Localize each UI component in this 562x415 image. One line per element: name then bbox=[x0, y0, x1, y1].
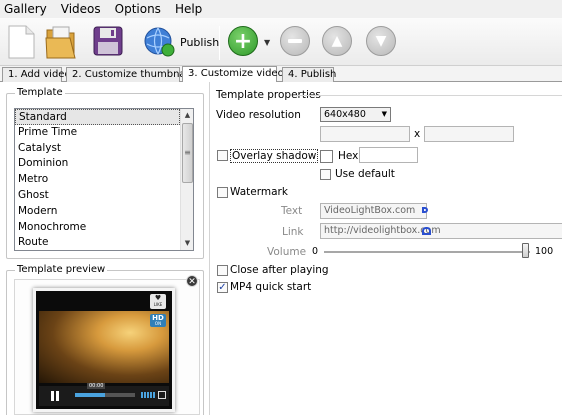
volume-slider-thumb[interactable] bbox=[522, 243, 529, 258]
template-preview: ♥ LIKE HD ON 00:00 ✕ bbox=[14, 275, 200, 415]
add-video-button[interactable]: + bbox=[228, 26, 258, 56]
tab-bar: 1. Add video 2. Customize thumbnails 3. … bbox=[0, 66, 562, 82]
close-after-playing-label: Close after playing bbox=[230, 264, 329, 276]
hex-color-swatch[interactable] bbox=[320, 150, 333, 163]
link-icon[interactable] bbox=[422, 227, 431, 235]
add-dropdown-arrow-icon[interactable]: ▼ bbox=[264, 38, 270, 47]
resolution-x-label: x bbox=[414, 128, 421, 140]
volume-bars-icon bbox=[141, 392, 155, 398]
video-resolution-select[interactable]: 640x480 ▼ bbox=[320, 107, 391, 122]
menu-videos[interactable]: Videos bbox=[61, 0, 101, 18]
watermark-label: Watermark bbox=[230, 186, 288, 198]
minus-icon bbox=[288, 39, 302, 43]
scroll-up-icon[interactable]: ▲ bbox=[181, 109, 193, 122]
menu-gallery[interactable]: Gallery bbox=[4, 0, 47, 18]
video-player-preview: ♥ LIKE HD ON 00:00 bbox=[33, 288, 175, 412]
menu-help[interactable]: Help bbox=[175, 0, 202, 18]
watermark-link-label: Link bbox=[282, 226, 304, 238]
list-item[interactable]: Prime Time bbox=[15, 125, 180, 141]
divider bbox=[294, 95, 562, 96]
list-item[interactable]: Metro bbox=[15, 172, 180, 188]
template-scrollbar[interactable]: ▲ ≡ ▼ bbox=[180, 109, 193, 250]
use-default-label: Use default bbox=[335, 168, 395, 180]
mp4-quick-start-label: MP4 quick start bbox=[230, 281, 312, 293]
list-item[interactable]: Catalyst bbox=[15, 141, 180, 157]
use-default-checkbox[interactable] bbox=[320, 169, 331, 180]
toolbar-separator bbox=[219, 26, 220, 60]
progress-bar bbox=[75, 393, 135, 397]
arrow-up-icon: ▲ bbox=[331, 33, 343, 49]
move-down-button[interactable]: ▼ bbox=[366, 26, 396, 56]
publish-globe-icon[interactable] bbox=[143, 26, 175, 58]
open-folder-icon[interactable] bbox=[44, 24, 78, 60]
video-resolution-value: 640x480 bbox=[324, 109, 366, 120]
menu-bar: Gallery Videos Options Help bbox=[0, 0, 562, 18]
player-controls: 00:00 bbox=[39, 383, 169, 406]
tab-add-video[interactable]: 1. Add video bbox=[2, 67, 71, 82]
new-file-icon[interactable] bbox=[6, 24, 36, 60]
mp4-quick-start-checkbox[interactable]: ✓ bbox=[217, 282, 228, 293]
volume-max-label: 100 bbox=[535, 246, 554, 257]
video-resolution-label: Video resolution bbox=[216, 109, 301, 121]
watermark-text-label: Text bbox=[281, 205, 303, 217]
list-item[interactable]: Dominion bbox=[15, 156, 180, 172]
tab-publish[interactable]: 4. Publish bbox=[282, 67, 336, 82]
remove-video-button[interactable] bbox=[280, 26, 310, 56]
fullscreen-icon bbox=[158, 391, 166, 399]
watermark-text-value: VideoLightBox.com bbox=[324, 205, 416, 216]
template-preview-legend: Template preview bbox=[15, 264, 108, 276]
watermark-checkbox[interactable] bbox=[217, 187, 228, 198]
resolution-width-input[interactable] bbox=[320, 126, 410, 142]
plus-icon: + bbox=[233, 28, 253, 54]
list-item[interactable]: Route bbox=[15, 235, 180, 250]
tab-customize-video[interactable]: 3. Customize video bbox=[182, 66, 284, 82]
arrow-down-icon: ▼ bbox=[375, 33, 387, 49]
hd-state-label: ON bbox=[154, 321, 162, 326]
publish-button[interactable]: Publish bbox=[180, 36, 219, 49]
resolution-height-input[interactable] bbox=[424, 126, 514, 142]
close-icon: ✕ bbox=[186, 275, 198, 287]
text-edit-icon[interactable] bbox=[422, 207, 428, 213]
volume-min-label: 0 bbox=[312, 246, 319, 257]
close-after-playing-checkbox[interactable] bbox=[217, 265, 228, 276]
volume-label: Volume bbox=[267, 246, 307, 258]
tab-customize-thumbnails[interactable]: 2. Customize thumbnails bbox=[66, 67, 196, 82]
menu-options[interactable]: Options bbox=[115, 0, 161, 18]
like-label: LIKE bbox=[153, 302, 163, 307]
template-properties-panel: Template properties Video resolution 640… bbox=[210, 82, 562, 415]
like-badge: ♥ LIKE bbox=[150, 294, 166, 309]
scroll-down-icon[interactable]: ▼ bbox=[181, 237, 193, 250]
move-up-button[interactable]: ▲ bbox=[322, 26, 352, 56]
hd-badge: HD ON bbox=[150, 314, 166, 327]
volume-slider-track[interactable] bbox=[324, 251, 530, 253]
list-item[interactable]: Monochrome bbox=[15, 220, 180, 236]
list-item[interactable]: Standard bbox=[15, 109, 180, 125]
pause-icon bbox=[51, 391, 59, 401]
scroll-thumb[interactable]: ≡ bbox=[182, 123, 193, 183]
list-item[interactable]: Ghost bbox=[15, 188, 180, 204]
overlay-shadow-label[interactable]: Overlay shadow bbox=[230, 149, 319, 163]
hex-input[interactable] bbox=[359, 147, 418, 163]
hex-label: Hex bbox=[338, 150, 359, 162]
list-item[interactable]: Modern bbox=[15, 204, 180, 220]
template-listbox[interactable]: Standard Prime Time Catalyst Dominion Me… bbox=[14, 108, 194, 251]
heart-icon: ♥ bbox=[154, 294, 162, 302]
template-legend: Template bbox=[15, 87, 65, 99]
chevron-down-icon: ▼ bbox=[381, 110, 387, 118]
save-icon[interactable] bbox=[92, 25, 124, 57]
overlay-shadow-checkbox[interactable] bbox=[217, 150, 228, 161]
toolbar: Publish + ▼ ▲ ▼ bbox=[0, 18, 562, 66]
time-label: 00:00 bbox=[87, 383, 106, 389]
watermark-text-input[interactable]: VideoLightBox.com bbox=[320, 203, 427, 219]
watermark-link-input[interactable]: http://videolightbox.com bbox=[320, 223, 562, 239]
